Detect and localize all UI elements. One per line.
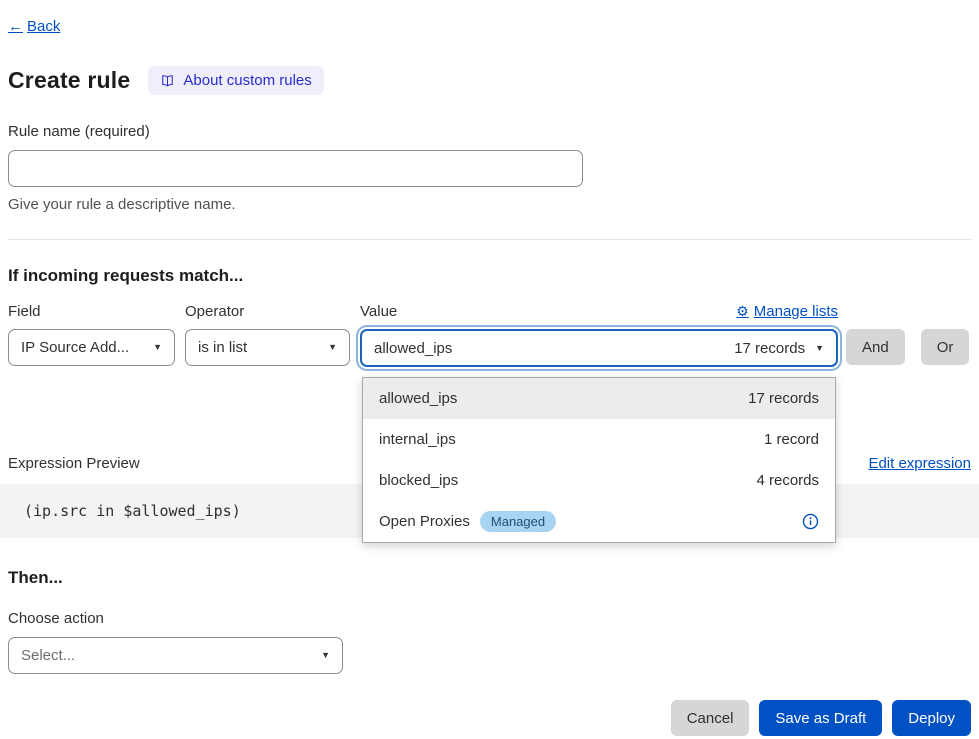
value-dropdown-menu: allowed_ips 17 records internal_ips 1 re… — [362, 377, 836, 543]
manage-lists-label: Manage lists — [754, 303, 838, 320]
option-name: internal_ips — [379, 431, 456, 448]
value-label: Value — [360, 303, 397, 320]
action-select[interactable]: Select... ▼ — [8, 637, 343, 674]
value-select-value: allowed_ips — [374, 340, 452, 357]
field-label: Field — [8, 303, 41, 320]
rule-name-helper-text: Give your rule a descriptive name. — [8, 196, 971, 213]
back-arrow-icon: ← — [8, 18, 23, 35]
gear-icon: ⚙ — [736, 303, 749, 320]
option-name: blocked_ips — [379, 472, 458, 489]
info-icon[interactable] — [802, 513, 819, 530]
field-select[interactable]: IP Source Add... ▼ — [8, 329, 175, 366]
rule-name-input[interactable] — [8, 150, 583, 187]
page-title: Create rule — [8, 67, 130, 94]
dropdown-option-allowed-ips[interactable]: allowed_ips 17 records — [363, 378, 835, 419]
managed-badge: Managed — [480, 511, 556, 532]
or-button[interactable]: Or — [921, 329, 970, 365]
match-controls-row: Field IP Source Add... ▼ Operator is in … — [8, 302, 971, 367]
value-column: Value ⚙ Manage lists allowed_ips 17 reco… — [360, 302, 838, 367]
section-divider — [8, 239, 971, 240]
about-custom-rules-link[interactable]: About custom rules — [148, 66, 323, 95]
and-button[interactable]: And — [846, 329, 905, 365]
option-records-count: 4 records — [756, 472, 819, 489]
book-icon — [160, 74, 175, 88]
option-name: allowed_ips — [379, 390, 457, 407]
chevron-down-icon: ▼ — [321, 651, 330, 660]
value-select-records: 17 records — [734, 340, 805, 357]
choose-action-label: Choose action — [8, 610, 971, 627]
back-label: Back — [27, 18, 60, 35]
value-select-wrapper: allowed_ips 17 records ▼ allowed_ips 17 … — [360, 329, 838, 367]
operator-select-value: is in list — [198, 339, 247, 356]
chevron-down-icon: ▼ — [328, 343, 337, 352]
option-records-count: 17 records — [748, 390, 819, 407]
match-section-heading: If incoming requests match... — [8, 266, 971, 286]
expression-code: (ip.src in $allowed_ips) — [24, 502, 241, 520]
operator-select[interactable]: is in list ▼ — [185, 329, 350, 366]
dropdown-option-blocked-ips[interactable]: blocked_ips 4 records — [363, 460, 835, 501]
option-records-count: 1 record — [764, 431, 819, 448]
option-name: Open Proxies — [379, 513, 470, 530]
cancel-button[interactable]: Cancel — [671, 700, 750, 736]
operator-column: Operator is in list ▼ — [185, 302, 350, 366]
title-row: Create rule About custom rules — [8, 66, 971, 95]
about-custom-rules-label: About custom rules — [183, 72, 311, 89]
create-rule-page: ←Back Create rule About custom rules Rul… — [0, 0, 979, 736]
manage-lists-link[interactable]: ⚙ Manage lists — [736, 303, 838, 320]
save-as-draft-button[interactable]: Save as Draft — [759, 700, 882, 736]
chevron-down-icon: ▼ — [815, 344, 824, 353]
edit-expression-link[interactable]: Edit expression — [868, 455, 971, 472]
value-select[interactable]: allowed_ips 17 records ▼ — [360, 329, 838, 367]
and-or-buttons: And Or — [846, 329, 969, 365]
action-select-placeholder: Select... — [21, 647, 75, 664]
rule-name-label: Rule name (required) — [8, 123, 971, 140]
operator-label: Operator — [185, 303, 244, 320]
footer-actions: Cancel Save as Draft Deploy — [8, 700, 971, 736]
dropdown-option-open-proxies[interactable]: Open Proxies Managed — [363, 501, 835, 542]
dropdown-option-internal-ips[interactable]: internal_ips 1 record — [363, 419, 835, 460]
then-section-heading: Then... — [8, 568, 971, 588]
chevron-down-icon: ▼ — [153, 343, 162, 352]
field-select-value: IP Source Add... — [21, 339, 129, 356]
back-link[interactable]: ←Back — [8, 18, 60, 35]
field-column: Field IP Source Add... ▼ — [8, 302, 175, 366]
expression-preview-label: Expression Preview — [8, 455, 140, 472]
deploy-button[interactable]: Deploy — [892, 700, 971, 736]
